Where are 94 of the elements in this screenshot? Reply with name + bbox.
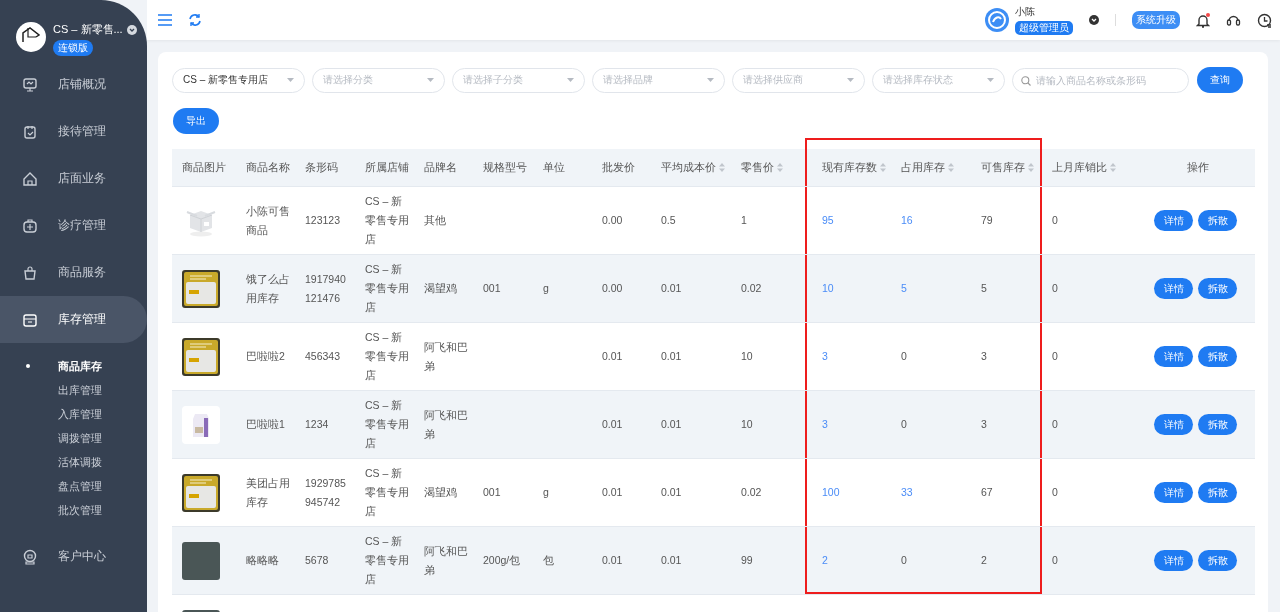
action-button[interactable]: 拆散 [1198, 210, 1237, 231]
upgrade-button[interactable]: 系统升级 [1132, 11, 1180, 29]
action-button[interactable]: 详情 [1154, 210, 1193, 231]
avatar-icon [985, 8, 1009, 32]
table-cell: CS – 新零售专用店 [355, 391, 414, 459]
sort-icon[interactable] [880, 163, 886, 172]
sort-icon[interactable] [777, 163, 783, 172]
table-cell: 0.01 [651, 391, 731, 459]
notification-bell-icon[interactable] [1196, 12, 1210, 28]
search-field[interactable]: 请输入商品名称或条形码 [1012, 67, 1189, 93]
caret-icon [567, 78, 574, 82]
caret-icon [707, 78, 714, 82]
table-cell: 200g/包 [473, 527, 533, 595]
table-cell: 5678 [295, 527, 355, 595]
table-cell: 0 [1042, 255, 1131, 323]
table-cell: 0.01 [592, 527, 651, 595]
caret-icon [847, 78, 854, 82]
sidebar-submenu-item[interactable]: 盘点管理 [0, 474, 147, 498]
table-cell: 2 [971, 527, 1042, 595]
query-button[interactable]: 查询 [1197, 67, 1243, 93]
action-button[interactable]: 拆散 [1198, 482, 1237, 503]
caret-icon [987, 78, 994, 82]
sort-icon[interactable] [1110, 163, 1116, 172]
stock-link[interactable]: 3 [805, 391, 891, 459]
store-logo-icon [16, 22, 46, 52]
column-header[interactable]: 可售库存 [971, 138, 1042, 187]
action-button[interactable]: 拆散 [1198, 346, 1237, 367]
edition-badge: 连锁版 [53, 40, 93, 56]
table-cell: 0.01 [592, 391, 651, 459]
sidebar-submenu-item[interactable]: 调拨管理 [0, 426, 147, 450]
sort-icon[interactable] [948, 163, 954, 172]
sort-icon[interactable] [719, 163, 725, 172]
stock-link[interactable]: 2 [805, 527, 891, 595]
product-image [182, 337, 220, 376]
user-name: 小陈 [1015, 5, 1036, 19]
sidebar-submenu-item[interactable]: 出库管理 [0, 378, 147, 402]
chevron-down-icon[interactable] [1089, 15, 1099, 25]
table-cell: 001 [473, 255, 533, 323]
caret-icon [287, 78, 294, 82]
table-cell: 5 [971, 255, 1042, 323]
search-icon [1021, 75, 1031, 86]
caret-icon [427, 78, 434, 82]
sort-icon[interactable] [1028, 163, 1034, 172]
sidebar-menu-item[interactable]: 客户中心 [0, 533, 147, 580]
sidebar-menu-item[interactable]: 店铺概况 [0, 61, 147, 108]
clock-icon[interactable] [1257, 12, 1272, 28]
table-cell: 0.02 [731, 255, 805, 323]
store-name[interactable]: CS – 新零售... [53, 22, 123, 37]
table-cell: 饿了么占用库存 [236, 255, 295, 323]
table-cell: 略略略 [236, 527, 295, 595]
refresh-icon[interactable] [188, 13, 202, 27]
action-button[interactable]: 详情 [1154, 482, 1193, 503]
sidebar-submenu-item[interactable]: 批次管理 [0, 498, 147, 522]
column-header[interactable]: 现有库存数 [805, 138, 891, 187]
sidebar-menu-item[interactable]: 店面业务 [0, 155, 147, 202]
product-image [182, 269, 220, 308]
sidebar-submenu-item[interactable]: 活体调拨 [0, 450, 147, 474]
column-header[interactable]: 占用库存 [891, 138, 971, 187]
table-cell: 1917940121476 [295, 255, 355, 323]
table-cell: 阿飞和巴弟 [414, 391, 473, 459]
stock-link[interactable]: 5 [891, 255, 971, 323]
sidebar-menu-item[interactable]: 商品服务 [0, 249, 147, 296]
bell-icon [1196, 12, 1210, 28]
sidebar-submenu-item[interactable]: 商品库存 [0, 354, 147, 378]
table-cell: CS – 新零售专用店 [355, 527, 414, 595]
table-cell: g [533, 255, 592, 323]
table-cell: 0.01 [651, 527, 731, 595]
chevron-down-icon[interactable] [126, 24, 137, 35]
photo-placeholder [182, 541, 220, 580]
table-cell: 0 [1042, 391, 1131, 459]
table-cell: CS – 新零售专用店 [355, 255, 414, 323]
table-cell: 0 [891, 391, 971, 459]
sidebar-menu-item[interactable]: 库存管理 [0, 296, 147, 343]
table-cell: 0.01 [651, 255, 731, 323]
table-cell: 99 [731, 527, 805, 595]
sidebar-menu-item[interactable]: 接待管理 [0, 108, 147, 155]
table-cell: 1234 [295, 391, 355, 459]
table-cell: 0.00 [592, 255, 651, 323]
product-image [182, 473, 220, 512]
table-cell: 3 [971, 391, 1042, 459]
action-button[interactable]: 详情 [1154, 346, 1193, 367]
sidebar-submenu-item[interactable]: 入库管理 [0, 402, 147, 426]
table-cell: 0 [1042, 527, 1131, 595]
stock-link[interactable]: 10 [805, 255, 891, 323]
table-cell: 巴啦啦1 [236, 391, 295, 459]
table-cell: 渴望鸡 [414, 255, 473, 323]
table-cell: 包 [533, 527, 592, 595]
role-badge: 超级管理员 [1015, 21, 1073, 35]
sidebar-menu-item[interactable]: 诊疗管理 [0, 202, 147, 249]
export-button[interactable]: 导出 [173, 108, 219, 134]
table-cell: 0 [891, 527, 971, 595]
table-cell: 10 [731, 391, 805, 459]
product-image [182, 405, 220, 444]
table-cell: 阿飞和巴弟 [414, 527, 473, 595]
